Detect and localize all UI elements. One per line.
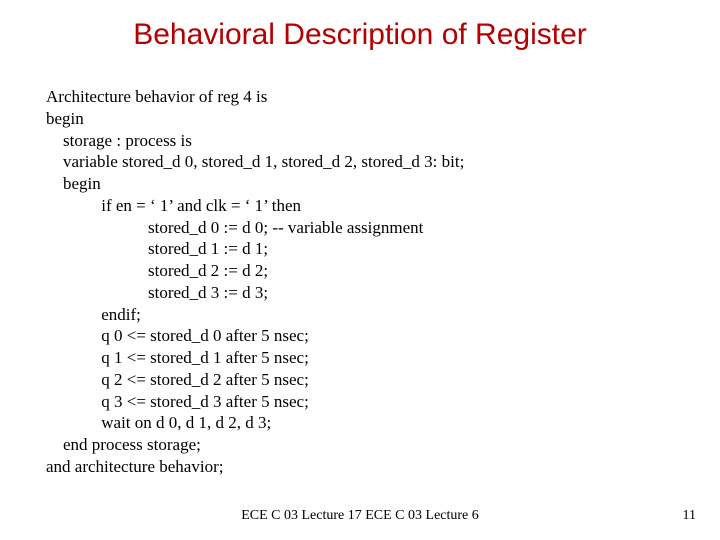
slide: Behavioral Description of Register Archi…: [0, 0, 720, 540]
code-listing: Architecture behavior of reg 4 is begin …: [46, 86, 686, 478]
slide-title: Behavioral Description of Register: [0, 18, 720, 52]
footer-center-text: ECE C 03 Lecture 17 ECE C 03 Lecture 6: [0, 508, 720, 524]
page-number: 11: [683, 508, 696, 524]
